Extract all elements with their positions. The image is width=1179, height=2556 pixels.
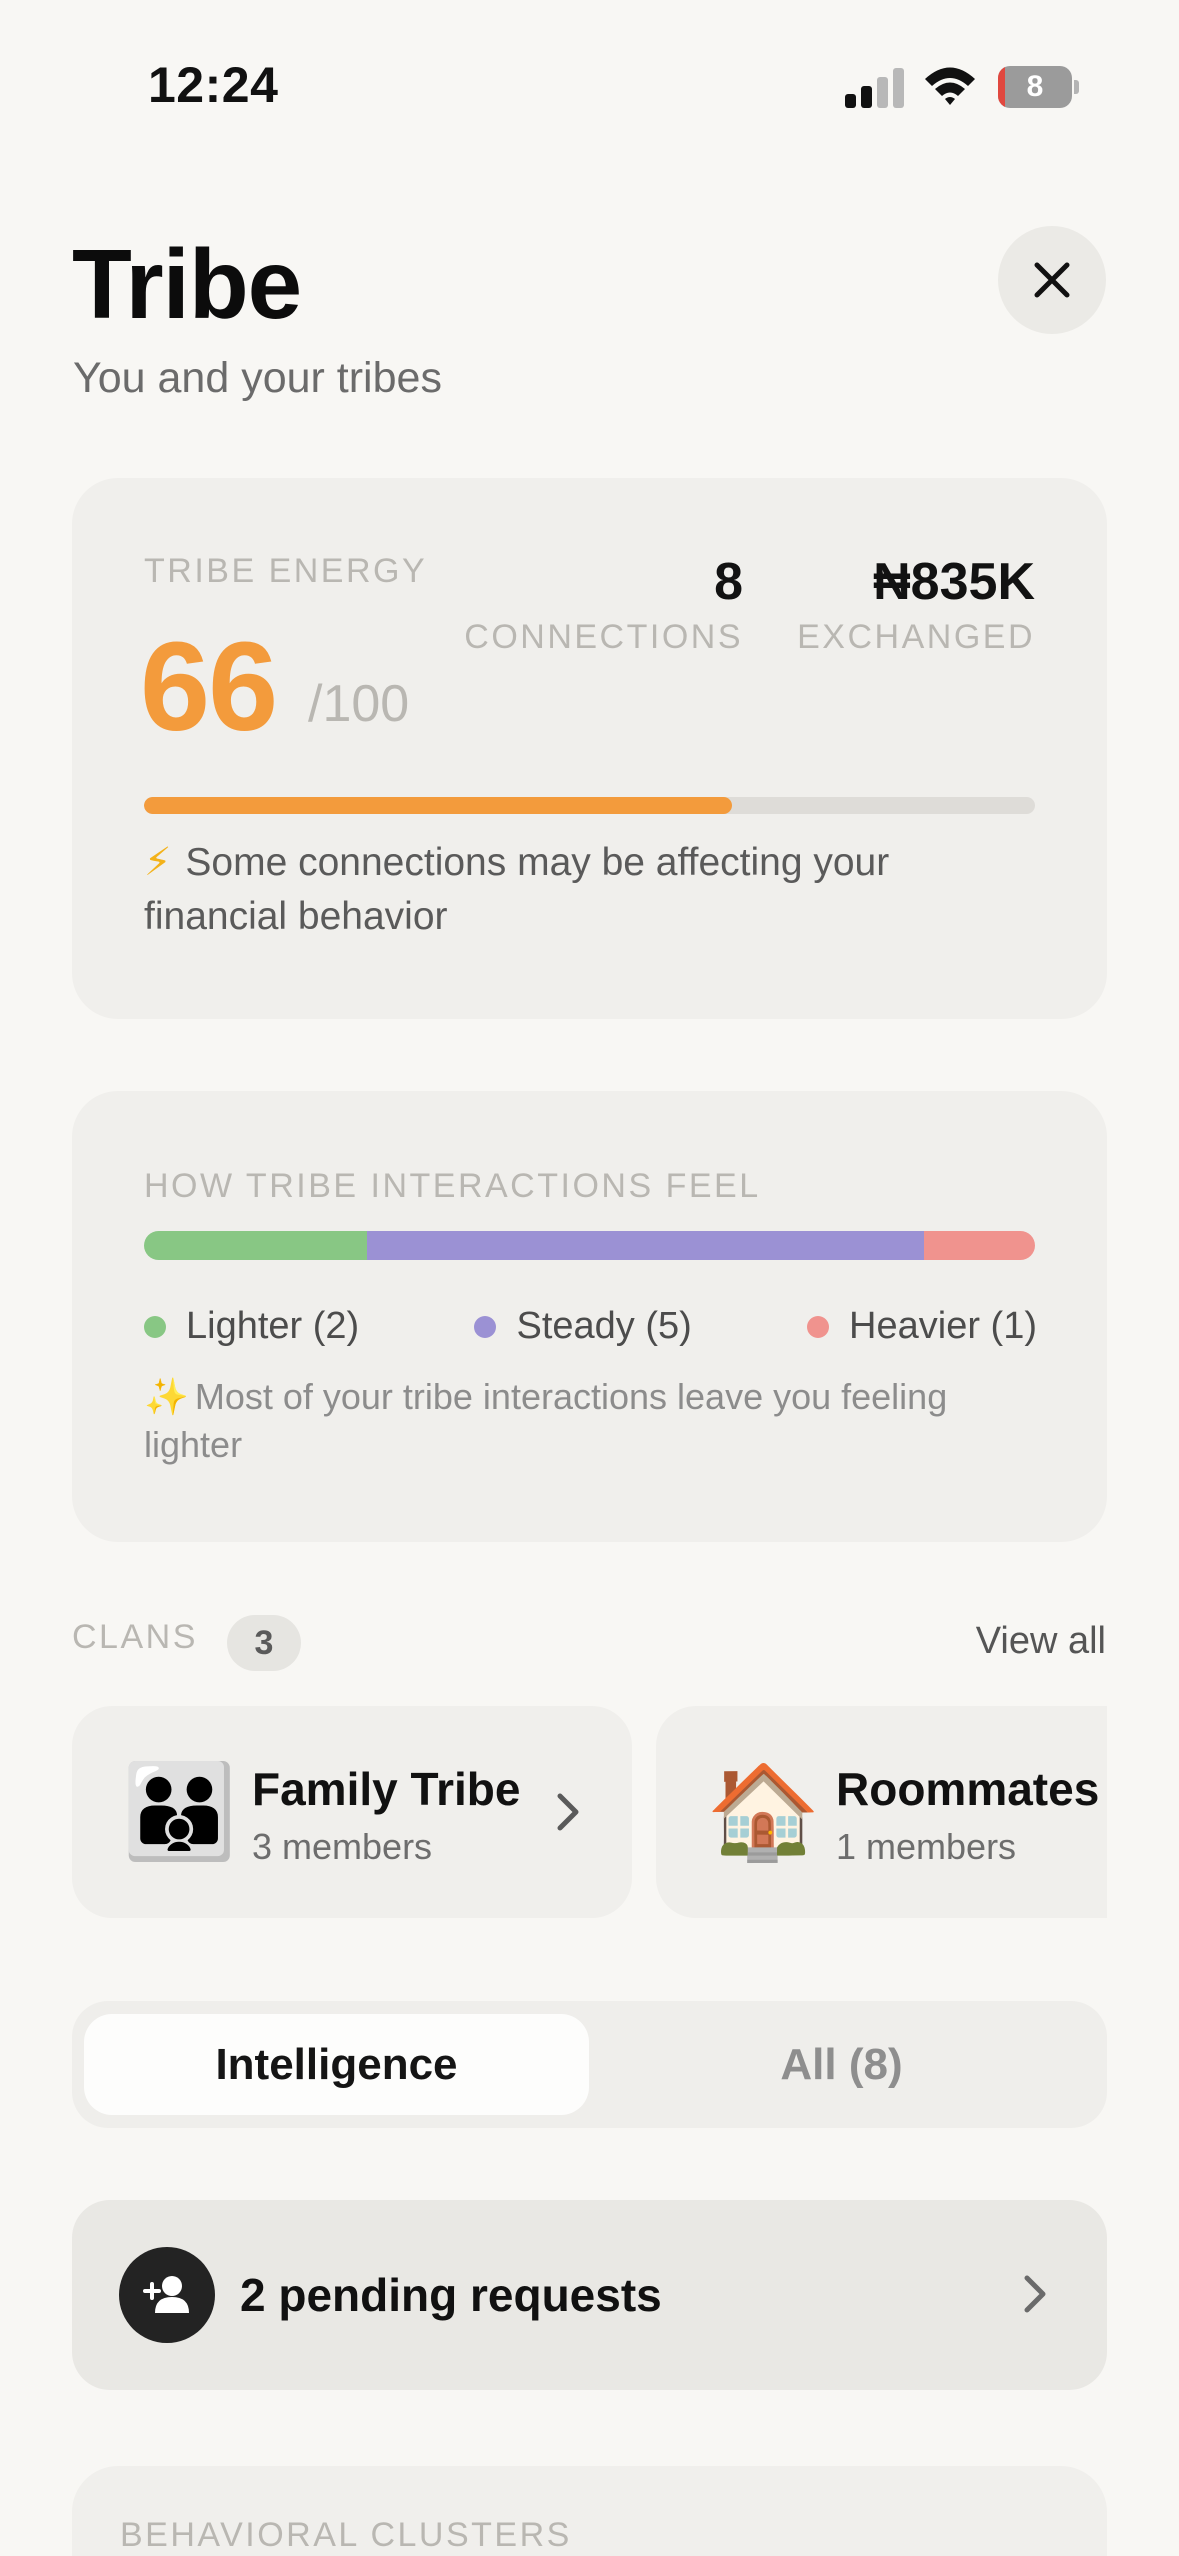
lightning-icon: ⚡ [144, 841, 172, 884]
legend-dot [807, 1315, 830, 1338]
close-icon [1034, 262, 1070, 298]
tribe-energy-card: TRIBE ENERGY 66 /100 8 CONNECTIONS ₦835K… [72, 478, 1107, 1019]
connections-stat: 8 CONNECTIONS [464, 552, 743, 657]
clan-members: 1 members [836, 1826, 1017, 1867]
legend-dot [144, 1315, 166, 1338]
interactions-legend: Lighter (2) Steady (5) Heavier (1) [144, 1305, 1037, 1348]
pending-requests-label: 2 pending requests [240, 2269, 662, 2321]
exchanged-value: ₦835K [873, 553, 1035, 611]
status-time: 12:24 [148, 57, 279, 113]
interactions-title: HOW TRIBE INTERACTIONS FEEL [144, 1167, 761, 1205]
tribe-energy-score: 66 [140, 616, 278, 757]
clan-name: Family Tribe [252, 1763, 521, 1815]
exchanged-label: EXCHANGED [797, 618, 1035, 656]
page-title: Tribe [72, 229, 302, 339]
interactions-bar-segment [144, 1231, 367, 1260]
interactions-bar-segment [923, 1231, 1035, 1260]
legend-item: Steady (5) [474, 1305, 692, 1348]
legend-dot [474, 1315, 497, 1338]
energy-progress-fill [144, 797, 733, 814]
clan-card-family-tribe[interactable]: 👪 Family Tribe 3 members [72, 1706, 632, 1918]
energy-note-text: Some connections may be affecting your f… [144, 841, 890, 938]
connections-value: 8 [714, 553, 743, 611]
family-icon: 👪 [122, 1758, 237, 1865]
behavioral-clusters-card: BEHAVIORAL CLUSTERS [72, 2466, 1107, 2556]
legend-label: Lighter (2) [186, 1305, 360, 1347]
interactions-note: ✨ Most of your tribe interactions leave y… [144, 1373, 1044, 1469]
behavioral-clusters-title: BEHAVIORAL CLUSTERS [120, 2516, 572, 2554]
exchanged-stat: ₦835K EXCHANGED [797, 552, 1035, 657]
sparkles-icon: ✨ [144, 1376, 189, 1417]
connections-label: CONNECTIONS [464, 618, 743, 656]
signal-icon [845, 64, 905, 108]
status-bar: 12:24 8 [0, 0, 1179, 150]
legend-label: Heavier (1) [849, 1305, 1037, 1347]
tab-all[interactable]: All (8) [589, 2014, 1094, 2115]
view-tabs: Intelligence All (8) [72, 2001, 1107, 2128]
clan-card-roommates[interactable]: 🏠 Roommates 1 members [656, 1706, 1107, 1918]
battery-icon: 8 [998, 66, 1079, 108]
view-all-link[interactable]: View all [976, 1620, 1106, 1663]
interactions-bar-segment [366, 1231, 924, 1260]
chevron-right-icon [1024, 2275, 1046, 2313]
legend-item: Heavier (1) [807, 1305, 1037, 1348]
clans-carousel[interactable]: 👪 Family Tribe 3 members 🏠 Roommates 1 m… [72, 1706, 1107, 1918]
interactions-note-text: Most of your tribe interactions leave yo… [144, 1376, 948, 1465]
energy-note: ⚡ Some connections may be affecting your … [144, 836, 1035, 944]
battery-level: 8 [1026, 70, 1044, 103]
tribe-energy-label: TRIBE ENERGY [144, 552, 428, 590]
chevron-right-icon [557, 1793, 579, 1831]
clan-members: 3 members [252, 1826, 433, 1867]
legend-item: Lighter (2) [144, 1305, 359, 1348]
clans-title: CLANS [72, 1618, 198, 1656]
tribe-energy-max: /100 [308, 675, 410, 733]
energy-progress-bar [144, 797, 1035, 814]
interactions-bar [144, 1231, 1035, 1260]
wifi-icon [922, 64, 978, 108]
add-user-icon [119, 2247, 215, 2343]
house-icon: 🏠 [706, 1758, 821, 1865]
interactions-card: HOW TRIBE INTERACTIONS FEEL Lighter (2) S… [72, 1091, 1107, 1542]
clans-count-badge: 3 [227, 1615, 301, 1671]
page-subtitle: You and your tribes [73, 354, 442, 402]
clan-name: Roommates [836, 1763, 1100, 1815]
pending-requests-row[interactable]: 2 pending requests [72, 2200, 1107, 2390]
tab-intelligence[interactable]: Intelligence [84, 2014, 589, 2115]
close-button[interactable] [998, 226, 1106, 334]
legend-label: Steady (5) [516, 1305, 692, 1347]
